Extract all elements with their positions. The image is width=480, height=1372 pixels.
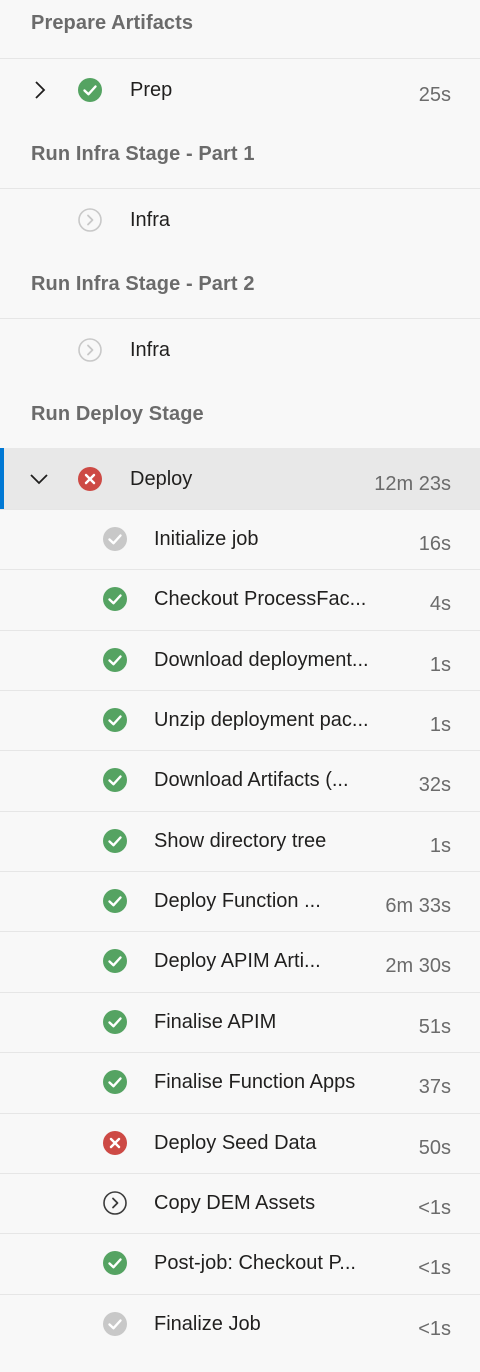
job-name: Deploy (130, 468, 193, 490)
job-name: Prep (130, 79, 173, 101)
step-row[interactable]: Finalize Job <1s (0, 1295, 480, 1354)
job-row-infra-2[interactable]: Infra (0, 319, 480, 381)
stage-header-deploy: Run Deploy Stage (31, 403, 204, 425)
success-check-icon (103, 829, 127, 853)
step-row[interactable]: Download deployment... 1s (0, 631, 480, 690)
success-check-icon (103, 648, 127, 672)
step-row[interactable]: Unzip deployment pac... 1s (0, 691, 480, 750)
success-check-icon (103, 1010, 127, 1034)
step-name: Initialize job (154, 528, 259, 550)
skipped-icon (78, 338, 102, 362)
step-duration: 4s (429, 593, 451, 615)
skipped-icon (78, 208, 102, 232)
step-name: Post-job: Checkout P... (154, 1252, 356, 1274)
step-name: Finalise Function Apps (154, 1071, 356, 1093)
step-name: Checkout ProcessFac... (154, 588, 367, 610)
step-duration: 16s (418, 533, 451, 555)
step-duration: 32s (418, 774, 451, 796)
failed-x-icon (78, 467, 102, 491)
job-row-infra-1[interactable]: Infra (0, 189, 480, 251)
step-duration: 2m 30s (385, 955, 451, 977)
step-row[interactable]: Download Artifacts (... 32s (0, 751, 480, 811)
step-row[interactable]: Finalise Function Apps 37s (0, 1053, 480, 1113)
step-duration: <1s (418, 1197, 451, 1219)
step-row[interactable]: Copy DEM Assets <1s (0, 1174, 480, 1233)
success-check-icon (103, 768, 127, 792)
step-name: Finalize Job (154, 1313, 261, 1335)
success-check-icon (103, 587, 127, 611)
success-check-icon (103, 1070, 127, 1094)
job-name: Infra (130, 209, 171, 231)
step-name: Finalise APIM (154, 1011, 277, 1033)
failed-x-icon (103, 1131, 127, 1155)
step-name: Show directory tree (154, 830, 327, 852)
pending-check-icon (103, 527, 127, 551)
success-check-icon (103, 1251, 127, 1275)
step-row[interactable]: Initialize job 16s (0, 510, 480, 569)
step-duration: <1s (418, 1318, 451, 1340)
job-row-prep[interactable]: Prep 25s (0, 59, 480, 121)
chevron-right-icon[interactable] (29, 79, 51, 101)
step-duration: 1s (429, 835, 451, 857)
step-duration: 6m 33s (385, 895, 451, 917)
step-row[interactable]: Checkout ProcessFac... 4s (0, 570, 480, 630)
step-name: Unzip deployment pac... (154, 709, 369, 731)
success-check-icon (78, 78, 102, 102)
step-row[interactable]: Deploy Function ... 6m 33s (0, 872, 480, 931)
step-row[interactable]: Post-job: Checkout P... <1s (0, 1234, 480, 1294)
step-name: Copy DEM Assets (154, 1192, 316, 1214)
step-duration: 50s (418, 1137, 451, 1159)
selection-indicator (0, 448, 4, 509)
job-duration: 25s (418, 84, 451, 106)
step-duration: 1s (429, 654, 451, 676)
step-row[interactable]: Finalise APIM 51s (0, 993, 480, 1052)
step-name: Deploy Function ... (154, 890, 321, 912)
step-duration: <1s (418, 1257, 451, 1279)
success-check-icon (103, 708, 127, 732)
step-duration: 37s (418, 1076, 451, 1098)
chevron-down-icon[interactable] (28, 468, 50, 490)
step-name: Download Artifacts (... (154, 769, 349, 791)
step-name: Download deployment... (154, 649, 369, 671)
stage-header-infra-part-1: Run Infra Stage - Part 1 (31, 143, 255, 165)
job-name: Infra (130, 339, 171, 361)
step-name: Deploy Seed Data (154, 1132, 317, 1154)
job-row-deploy[interactable]: Deploy 12m 23s (0, 448, 480, 509)
skipped-icon (103, 1191, 127, 1215)
job-duration: 12m 23s (374, 473, 451, 495)
stage-header-prepare-artifacts: Prepare Artifacts (31, 12, 194, 34)
success-check-icon (103, 949, 127, 973)
step-name: Deploy APIM Arti... (154, 950, 321, 972)
pipeline-run-panel: Prepare Artifacts Prep 25s Run Infra Sta… (0, 0, 480, 1372)
step-duration: 1s (429, 714, 451, 736)
step-duration: 51s (418, 1016, 451, 1038)
pending-check-icon (103, 1312, 127, 1336)
step-row[interactable]: Deploy Seed Data 50s (0, 1114, 480, 1173)
step-row[interactable]: Deploy APIM Arti... 2m 30s (0, 932, 480, 992)
stage-header-infra-part-2: Run Infra Stage - Part 2 (31, 273, 255, 295)
step-row[interactable]: Show directory tree 1s (0, 812, 480, 871)
success-check-icon (103, 889, 127, 913)
